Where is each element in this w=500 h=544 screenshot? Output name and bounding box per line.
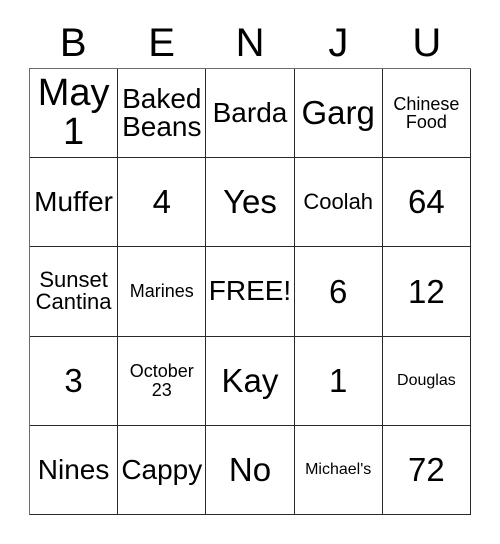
- bingo-cell-label: 72: [408, 451, 445, 489]
- bingo-cell-label: No: [228, 451, 272, 489]
- bingo-cell-free-space[interactable]: FREE!: [206, 247, 295, 337]
- bingo-cell-r4c5[interactable]: Douglas: [382, 336, 471, 426]
- bingo-cell-label: Baked Beans: [122, 82, 202, 143]
- bingo-cell-r2c4[interactable]: Coolah: [294, 158, 383, 248]
- bingo-cell-label: Coolah: [303, 189, 374, 215]
- bingo-cell-r5c4[interactable]: Michael's: [294, 425, 383, 515]
- bingo-cell-r3c5[interactable]: 12: [382, 247, 471, 337]
- bingo-cell-label: FREE!: [208, 275, 292, 307]
- bingo-cell-r2c5[interactable]: 64: [382, 158, 471, 248]
- bingo-header-letter-1: E: [148, 21, 175, 65]
- bingo-cell-label: May 1: [37, 72, 110, 154]
- bingo-cell-r1c1[interactable]: May 1: [30, 69, 119, 159]
- bingo-cell-label: Marines: [129, 281, 194, 302]
- bingo-cell-label: Sunset Cantina: [35, 267, 112, 315]
- bingo-cell-r5c2[interactable]: Cappy: [118, 425, 207, 515]
- bingo-header-letter-0: B: [59, 21, 87, 65]
- bingo-grid: May 1 Baked Beans Barda Garg Chinese Foo…: [29, 68, 471, 515]
- bingo-cell-r4c3[interactable]: Kay: [206, 336, 295, 426]
- bingo-cell-r2c2[interactable]: 4: [118, 158, 207, 248]
- bingo-cell-label: 1: [329, 361, 348, 399]
- bingo-cell-label: Barda: [212, 96, 288, 128]
- bingo-cell-r4c4[interactable]: 1: [294, 336, 383, 426]
- bingo-cell-r3c1[interactable]: Sunset Cantina: [30, 247, 119, 337]
- bingo-cell-r2c3[interactable]: Yes: [206, 158, 295, 248]
- bingo-cell-label: 6: [329, 272, 348, 310]
- bingo-cell-r1c2[interactable]: Baked Beans: [118, 69, 207, 159]
- bingo-header-letter-3: J: [328, 21, 349, 65]
- bingo-cell-label: Nines: [37, 453, 110, 485]
- bingo-cell-r1c4[interactable]: Garg: [294, 69, 383, 159]
- bingo-cell-r4c1[interactable]: 3: [30, 336, 119, 426]
- bingo-cell-r5c5[interactable]: 72: [382, 425, 471, 515]
- bingo-cell-r4c2[interactable]: October 23: [118, 336, 207, 426]
- bingo-cell-label: Chinese Food: [393, 93, 460, 133]
- bingo-cell-label: October 23: [129, 361, 194, 400]
- bingo-cell-r3c2[interactable]: Marines: [118, 247, 207, 337]
- bingo-cell-r3c4[interactable]: 6: [294, 247, 383, 337]
- bingo-cell-label: 64: [408, 183, 445, 221]
- bingo-cell-label: Muffer: [34, 186, 114, 218]
- bingo-cell-label: 3: [64, 361, 83, 399]
- bingo-cell-label: Douglas: [397, 371, 456, 389]
- bingo-cell-label: Yes: [223, 183, 277, 221]
- bingo-cell-r1c5[interactable]: Chinese Food: [382, 69, 471, 159]
- bingo-header-row: B E N J U: [29, 18, 471, 68]
- bingo-header-letter-2: N: [235, 21, 265, 65]
- bingo-cell-label: Cappy: [121, 453, 203, 485]
- bingo-header-letter-4: U: [412, 21, 442, 65]
- bingo-cell-r5c3[interactable]: No: [206, 425, 295, 515]
- bingo-cell-r2c1[interactable]: Muffer: [30, 158, 119, 248]
- bingo-cell-label: 4: [152, 183, 171, 221]
- bingo-cell-label: Kay: [221, 361, 279, 399]
- bingo-cell-label: 12: [408, 272, 445, 310]
- bingo-cell-label: Michael's: [305, 460, 372, 478]
- bingo-cell-r1c3[interactable]: Barda: [206, 69, 295, 159]
- bingo-cell-r5c1[interactable]: Nines: [30, 425, 119, 515]
- bingo-card: B E N J U May 1 Baked Beans Barda Garg C…: [29, 18, 471, 515]
- bingo-cell-label: Garg: [301, 94, 375, 132]
